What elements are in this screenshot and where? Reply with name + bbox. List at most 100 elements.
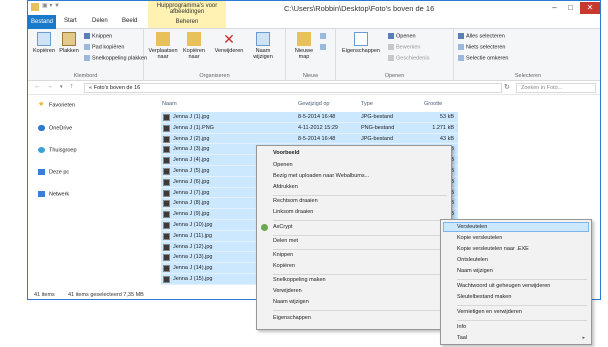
recent-dropdown-icon[interactable]: ▾ xyxy=(60,84,63,90)
nav-item-network[interactable]: Netwerk xyxy=(38,191,69,197)
menu-item-axcrypt[interactable]: AxCrypt xyxy=(273,224,293,230)
menu-item-properties[interactable]: Eigenschappen xyxy=(273,315,311,321)
column-header-name[interactable]: Naam xyxy=(162,101,177,107)
path-icon xyxy=(84,44,90,50)
search-input[interactable]: Zoeken in Foto... xyxy=(516,83,596,93)
properties-button[interactable]: Eigenschappen xyxy=(340,32,382,54)
tab-start[interactable]: Start xyxy=(64,18,77,24)
file-type: PNG-bestand xyxy=(361,124,395,131)
paste-shortcut-button[interactable]: Snelkoppeling plakken xyxy=(84,55,147,61)
navigation-pane: ★ Favorieten OneDrive Thuisgroep Deze pc … xyxy=(28,95,156,291)
invert-selection-icon xyxy=(458,55,464,61)
menu-item-upload[interactable]: Bezig met uploaden naar Webalbums... xyxy=(273,173,369,179)
select-all-button[interactable]: Alles selecteren xyxy=(458,33,505,39)
menu-item-rename[interactable]: Naam wijzigen xyxy=(273,299,309,305)
open-button[interactable]: Openen xyxy=(388,33,416,39)
menu-item-delete[interactable]: Verwijderen xyxy=(273,288,302,294)
image-file-icon xyxy=(163,135,170,143)
select-none-button[interactable]: Niets selecteren xyxy=(458,44,505,50)
move-folder-icon xyxy=(156,32,170,46)
quick-access-toolbar[interactable]: ▣ ▾ ▼ xyxy=(42,2,60,9)
file-size: 1.271 kB xyxy=(432,124,454,131)
file-row[interactable]: Jenna J (1).jpg 8-5-2014 16:48 JPG-bestand… xyxy=(161,112,458,123)
image-file-icon xyxy=(163,232,170,240)
menu-item-share-with[interactable]: Delen met xyxy=(273,238,298,244)
file-name: Jenna J (1).jpg xyxy=(173,114,210,120)
submenu-item-decrypt[interactable]: Ontsleutelen xyxy=(457,257,488,263)
column-header-date[interactable]: Gewijzigd op xyxy=(298,101,330,107)
file-name: Jenna J (5).jpg xyxy=(173,168,210,174)
file-row[interactable]: Jenna J (2).jpg 8-5-2014 16:48 JPG-bestand… xyxy=(161,133,458,145)
image-file-icon xyxy=(163,200,170,208)
menu-item-create-shortcut[interactable]: Snelkoppeling maken xyxy=(273,277,326,283)
forward-arrow-icon[interactable]: → xyxy=(46,83,53,90)
address-input[interactable]: « Foto's boven de 16 xyxy=(84,83,502,93)
menu-separator xyxy=(457,320,587,321)
submenu-item-create-keyfile[interactable]: Sleutelbestand maken xyxy=(457,294,511,300)
network-icon xyxy=(38,191,45,197)
context-menu: Voorbeeld Openen Bezig met uploaden naar… xyxy=(256,145,452,330)
submenu-item-clear-password[interactable]: Wachtwoord uit geheugen verwijderen xyxy=(457,283,550,289)
nav-item-this-pc[interactable]: Deze pc xyxy=(38,169,69,175)
new-folder-icon xyxy=(297,32,311,46)
image-file-icon xyxy=(163,276,170,283)
file-name: Jenna J (14).jpg xyxy=(173,265,213,272)
ribbon: Kopiëren Plakken Knippen Pad kopiëren Sn… xyxy=(28,29,600,81)
submenu-item-language[interactable]: Taal xyxy=(457,335,467,341)
menu-item-open[interactable]: Openen xyxy=(273,162,293,168)
history-button[interactable]: Geschiedenis xyxy=(388,55,429,61)
tab-beeld[interactable]: Beeld xyxy=(122,18,137,24)
cloud-icon xyxy=(38,125,45,131)
scissors-icon xyxy=(84,33,90,39)
rename-button[interactable]: Naam wijzigen xyxy=(248,32,278,60)
menu-item-copy[interactable]: Kopiëren xyxy=(273,263,295,269)
tab-bestand[interactable]: Bestand xyxy=(28,15,56,29)
maximize-button[interactable]: □ xyxy=(563,2,578,14)
new-item-button[interactable] xyxy=(320,33,328,39)
nav-item-favorites[interactable]: ★ Favorieten xyxy=(38,101,75,108)
submenu-item-encrypt-copy[interactable]: Kopie versleutelen xyxy=(457,235,502,241)
image-file-icon xyxy=(163,124,170,132)
edit-button[interactable]: Bewerken xyxy=(388,44,420,50)
refresh-icon[interactable]: ↻ xyxy=(504,83,510,91)
submenu-item-encrypt-copy-exe[interactable]: Kopie versleutelen naar .EXE xyxy=(457,246,529,252)
invert-selection-button[interactable]: Selectie omkeren xyxy=(458,55,509,61)
move-to-button[interactable]: Verplaatsen naar xyxy=(148,32,178,60)
copy-to-button[interactable]: Kopiëren naar xyxy=(180,32,208,60)
copy-path-button[interactable]: Pad kopiëren xyxy=(84,44,124,50)
column-header-size[interactable]: Grootte xyxy=(424,101,442,107)
tab-delen[interactable]: Delen xyxy=(92,18,108,24)
menu-item-cut[interactable]: Knippen xyxy=(273,252,293,258)
address-bar-row: ← → ▾ ↑ « Foto's boven de 16 ↻ Zoeken in… xyxy=(28,81,600,95)
group-label-clipboard: Klembord xyxy=(73,73,98,79)
menu-item-rotate-right[interactable]: Rechtsom draaien xyxy=(273,198,318,204)
submenu-item-encrypt[interactable]: Versleutelen xyxy=(457,224,487,230)
easy-access-button[interactable] xyxy=(320,44,328,50)
cut-button[interactable]: Knippen xyxy=(84,33,112,39)
new-item-icon xyxy=(320,33,326,39)
back-arrow-icon[interactable]: ← xyxy=(34,83,41,90)
delete-button[interactable]: ✕ Verwijderen xyxy=(212,32,246,54)
shortcut-icon xyxy=(84,55,90,61)
menu-item-preview[interactable]: Voorbeeld xyxy=(273,150,300,156)
star-icon: ★ xyxy=(38,101,45,108)
paste-button[interactable]: Plakken xyxy=(58,32,80,54)
minimize-button[interactable]: – xyxy=(547,2,562,14)
menu-separator xyxy=(273,274,447,275)
file-row[interactable]: Jenna J (1).PNG 4-11-2012 15:29 PNG-bestan… xyxy=(161,122,458,134)
menu-item-print[interactable]: Afdrukken xyxy=(273,184,298,190)
group-label-organize: Organiseren xyxy=(199,73,230,79)
nav-item-onedrive[interactable]: OneDrive xyxy=(38,125,72,131)
column-header-type[interactable]: Type xyxy=(361,101,373,107)
submenu-item-rename[interactable]: Naam wijzigen xyxy=(457,268,493,274)
submenu-item-shred-delete[interactable]: Vernietigen en verwijderen xyxy=(457,309,522,315)
delete-x-icon: ✕ xyxy=(223,31,235,47)
copy-button[interactable]: Kopiëren xyxy=(32,32,56,54)
close-button[interactable]: ✕ xyxy=(580,2,600,14)
group-label-select: Selecteren xyxy=(514,73,542,79)
up-arrow-icon[interactable]: ↑ xyxy=(70,83,74,90)
nav-item-homegroup[interactable]: Thuisgroep xyxy=(38,147,77,153)
menu-item-rotate-left[interactable]: Linksom draaien xyxy=(273,209,313,215)
new-folder-button[interactable]: Nieuwe map xyxy=(292,32,316,60)
submenu-item-info[interactable]: Info xyxy=(457,324,466,330)
